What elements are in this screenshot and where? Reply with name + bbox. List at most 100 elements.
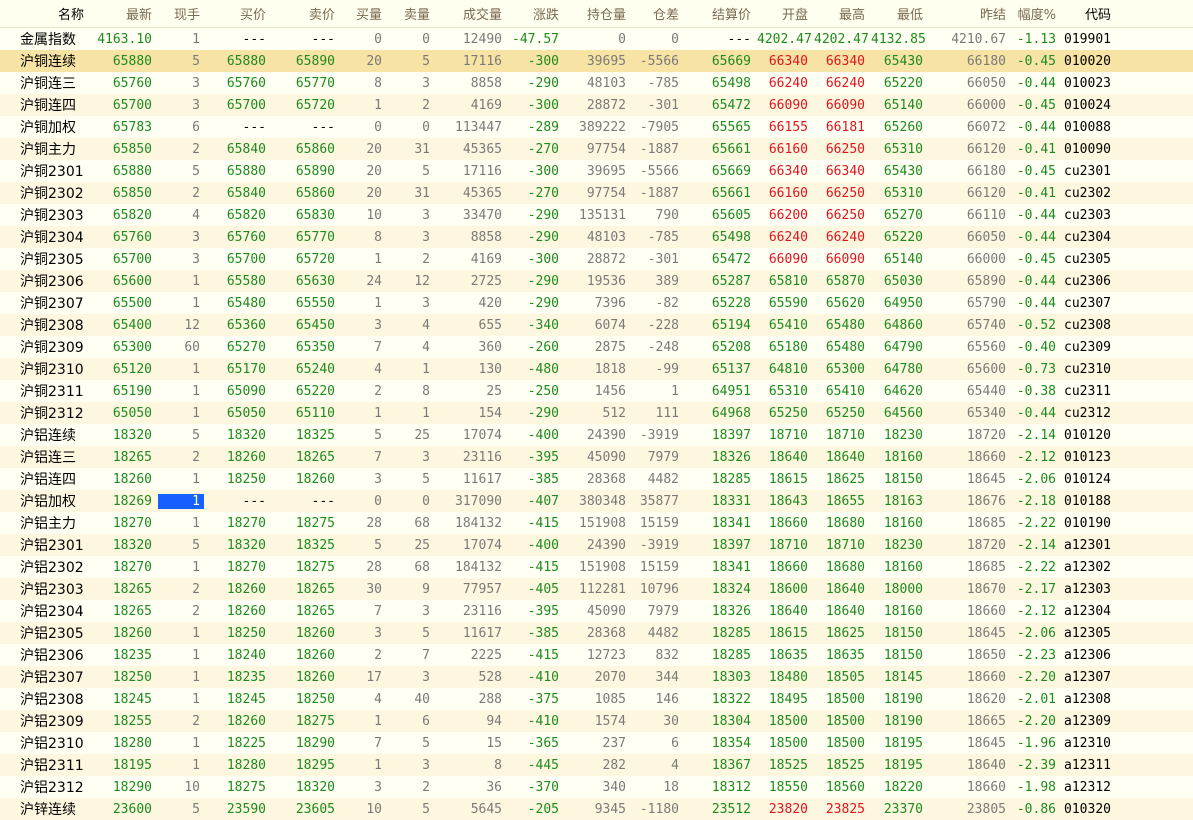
cell-settle: 65228 <box>711 295 751 311</box>
table-row[interactable]: 沪铜连续 65880 5 65880 65890 20 5 17116 -300 39695 -55… <box>0 50 1193 72</box>
cell-last: 23600 <box>112 801 152 817</box>
table-row[interactable]: 沪铜2310 65120 1 65170 65240 4 1 130 -480 1818 -99 65… <box>0 358 1193 380</box>
column-header-low[interactable]: 最低 <box>871 4 929 23</box>
cell-volume: 94 <box>486 713 502 729</box>
table-row[interactable]: 沪铜2303 65820 4 65820 65830 10 3 33470 -290 135131… <box>0 204 1193 226</box>
cell-ask: 18295 <box>295 757 335 773</box>
table-row[interactable]: 沪铝连三 18265 2 18260 18265 7 3 23116 -395 45090 7979… <box>0 446 1193 468</box>
cell-vol-now: 5 <box>192 53 200 69</box>
cell-low: 64780 <box>883 361 923 377</box>
table-row[interactable]: 沪铜2301 65880 5 65880 65890 20 5 17116 -300 39695-… <box>0 160 1193 182</box>
cell-high: 18680 <box>825 559 865 575</box>
column-header-oi-diff[interactable]: 仓差 <box>632 4 685 23</box>
cell-high: 18500 <box>825 691 865 707</box>
column-header-name[interactable]: 名称 <box>0 4 90 23</box>
cell-vol-now: 1 <box>192 647 200 663</box>
cell-last: 18265 <box>112 449 152 465</box>
cell-open: 23820 <box>768 801 808 817</box>
cell-high: 66250 <box>825 185 865 201</box>
table-row[interactable]: 金属指数 4163.10 1 --- --- 0 0 12490 -47.57 0 0 --- 4202… <box>0 28 1193 50</box>
cell-open: 18550 <box>768 779 808 795</box>
table-row[interactable]: 沪铜2302 65850 2 65840 65860 20 31 45365 -270 97754… <box>0 182 1193 204</box>
cell-vol-now: 1 <box>192 471 200 487</box>
column-header-settle[interactable]: 结算价 <box>685 4 757 23</box>
cell-settle: 18324 <box>711 581 751 597</box>
cell-bid: 18225 <box>226 735 266 751</box>
table-row[interactable]: 沪铜2304 65760 3 65760 65770 8 3 8858 -290 48103 -78… <box>0 226 1193 248</box>
cell-volume: 8858 <box>470 229 502 245</box>
column-header-last[interactable]: 最新 <box>90 4 158 23</box>
table-row[interactable]: 沪铜2309 65300 60 65270 65350 7 4 360 -260 2875 -248… <box>0 336 1193 358</box>
cell-bid: 65170 <box>226 361 266 377</box>
cell-low: 65430 <box>883 53 923 69</box>
column-header-change[interactable]: 涨跌 <box>508 4 565 23</box>
cell-change: -395 <box>527 603 559 619</box>
table-row[interactable]: 沪铜2305 65700 3 65700 65720 1 2 4169 -300 28872 -30… <box>0 248 1193 270</box>
cell-settle: 23512 <box>711 801 751 817</box>
cell-last: 65760 <box>112 229 152 245</box>
table-row[interactable]: 沪铝2311 18195 1 18280 18295 1 3 8 -445 282 4 18367 18… <box>0 754 1193 776</box>
cell-prev-settle: 18660 <box>966 449 1006 465</box>
table-row[interactable]: 沪铜2306 65600 1 65580 65630 24 12 2725 -290 19536 3… <box>0 270 1193 292</box>
cell-bid: 18245 <box>226 691 266 707</box>
table-row[interactable]: 沪铝2312 18290 10 18275 18320 3 2 36 -370 340 18 1831… <box>0 776 1193 798</box>
table-row[interactable]: 沪铝2302 18270 1 18270 18275 28 68 184132 -415 1519… <box>0 556 1193 578</box>
table-row[interactable]: 沪铝2309 18255 2 18260 18275 1 6 94 -410 1574 30 1830… <box>0 710 1193 732</box>
table-row[interactable]: 沪铝2306 18235 1 18240 18260 2 7 2225 -415 12723 832… <box>0 644 1193 666</box>
column-header-ask-qty[interactable]: 卖量 <box>388 4 436 23</box>
table-row[interactable]: 沪铝主力 18270 1 18270 18275 28 68 184132 -415 151908… <box>0 512 1193 534</box>
cell-settle: 18354 <box>711 735 751 751</box>
table-row[interactable]: 沪铝连续 18320 5 18320 18325 5 25 17074 -400 24390 -39… <box>0 424 1193 446</box>
column-header-volume[interactable]: 成交量 <box>436 4 508 23</box>
cell-pct-change: -2.12 <box>1016 449 1056 465</box>
cell-bid: 65760 <box>226 229 266 245</box>
table-row[interactable]: 沪铜连三 65760 3 65760 65770 8 3 8858 -290 48103 -785 6… <box>0 72 1193 94</box>
cell-last: 18195 <box>112 757 152 773</box>
cell-bid-qty: 20 <box>366 163 382 179</box>
table-row[interactable]: 沪铝连四 18260 1 18250 18260 3 5 11617 -385 28368 4482… <box>0 468 1193 490</box>
table-row[interactable]: 沪铝2304 18265 2 18260 18265 7 3 23116 -395 45090 79… <box>0 600 1193 622</box>
table-row[interactable]: 沪铝2301 18320 5 18320 18325 5 25 17074 -400 24390-… <box>0 534 1193 556</box>
quote-table: 名称 最新 现手 买价 卖价 买量 卖量 成交量 涨跌 持仓量 仓差 结算价 开盘 最高 最低 昨结 幅度% 代码… <box>0 0 1193 820</box>
cell-open: 18525 <box>768 757 808 773</box>
cell-prev-settle: 18660 <box>966 669 1006 685</box>
column-header-high[interactable]: 最高 <box>814 4 871 23</box>
cell-ask-qty: 3 <box>422 229 430 245</box>
cell-vol-now: 60 <box>184 339 200 355</box>
column-header-bid[interactable]: 买价 <box>206 4 272 23</box>
cell-ask-qty: 40 <box>414 691 430 707</box>
cell-code: 010088 <box>1064 119 1111 135</box>
table-row[interactable]: 沪铝2310 18280 1 18225 18290 7 5 15 -365 237 6 18354 1… <box>0 732 1193 754</box>
cell-prev-settle: 18645 <box>966 735 1006 751</box>
cell-ask-qty: 3 <box>422 207 430 223</box>
column-header-open[interactable]: 开盘 <box>757 4 814 23</box>
table-row[interactable]: 沪铜2311 65190 1 65090 65220 2 8 25 -250 1456 1 64951… <box>0 380 1193 402</box>
column-header-open-interest[interactable]: 持仓量 <box>565 4 632 23</box>
cell-last: 18245 <box>112 691 152 707</box>
column-header-prev-settle[interactable]: 昨结 <box>929 4 1012 23</box>
column-header-bid-qty[interactable]: 买量 <box>341 4 388 23</box>
table-row[interactable]: 沪铜2308 65400 12 65360 65450 3 4 655 -340 6074 -228… <box>0 314 1193 336</box>
column-header-code[interactable]: 代码 <box>1062 4 1117 23</box>
table-row[interactable]: 沪铜连四 65700 3 65700 65720 1 2 4169 -300 28872 -301 6… <box>0 94 1193 116</box>
table-row[interactable]: 沪铝2308 18245 1 18245 18250 4 40 288 -375 1085 146 1… <box>0 688 1193 710</box>
cell-ask-qty: 2 <box>422 251 430 267</box>
table-row[interactable]: 沪铜加权 65783 6 --- --- 0 0 113447 -289 389222 -7905 6… <box>0 116 1193 138</box>
table-row[interactable]: 沪铜2312 65050 1 65050 65110 1 1 154 -290 512 111 649… <box>0 402 1193 424</box>
column-header-pct-change[interactable]: 幅度% <box>1012 4 1062 23</box>
table-row[interactable]: 沪锌连续 23600 5 23590 23605 10 5 5645 -205 9345 -1180… <box>0 798 1193 820</box>
column-header-vol-now[interactable]: 现手 <box>158 4 206 23</box>
table-row[interactable]: 沪铜2307 65500 1 65480 65550 1 3 420 -290 7396 -82 65… <box>0 292 1193 314</box>
table-row[interactable]: 沪铝加权 18269 1 --- --- 0 0 317090 -407 380348 35877 1… <box>0 490 1193 512</box>
cell-low: 18145 <box>883 669 923 685</box>
cell-pct-change: -0.45 <box>1016 97 1056 113</box>
table-row[interactable]: 沪铝2303 18265 2 18260 18265 30 9 77957 -405 112281… <box>0 578 1193 600</box>
column-header-ask[interactable]: 卖价 <box>272 4 341 23</box>
table-row[interactable]: 沪铝2305 18260 1 18250 18260 3 5 11617 -385 28368 44… <box>0 622 1193 644</box>
cell-settle: 18303 <box>711 669 751 685</box>
cell-open-interest: 39695 <box>586 53 626 69</box>
cell-open: 66160 <box>768 141 808 157</box>
table-row[interactable]: 沪铝2307 18250 1 18235 18260 17 3 528 -410 2070 344 1… <box>0 666 1193 688</box>
cell-volume: 17116 <box>462 53 502 69</box>
table-row[interactable]: 沪铜主力 65850 2 65840 65860 20 31 45365 -270 97754 -1… <box>0 138 1193 160</box>
